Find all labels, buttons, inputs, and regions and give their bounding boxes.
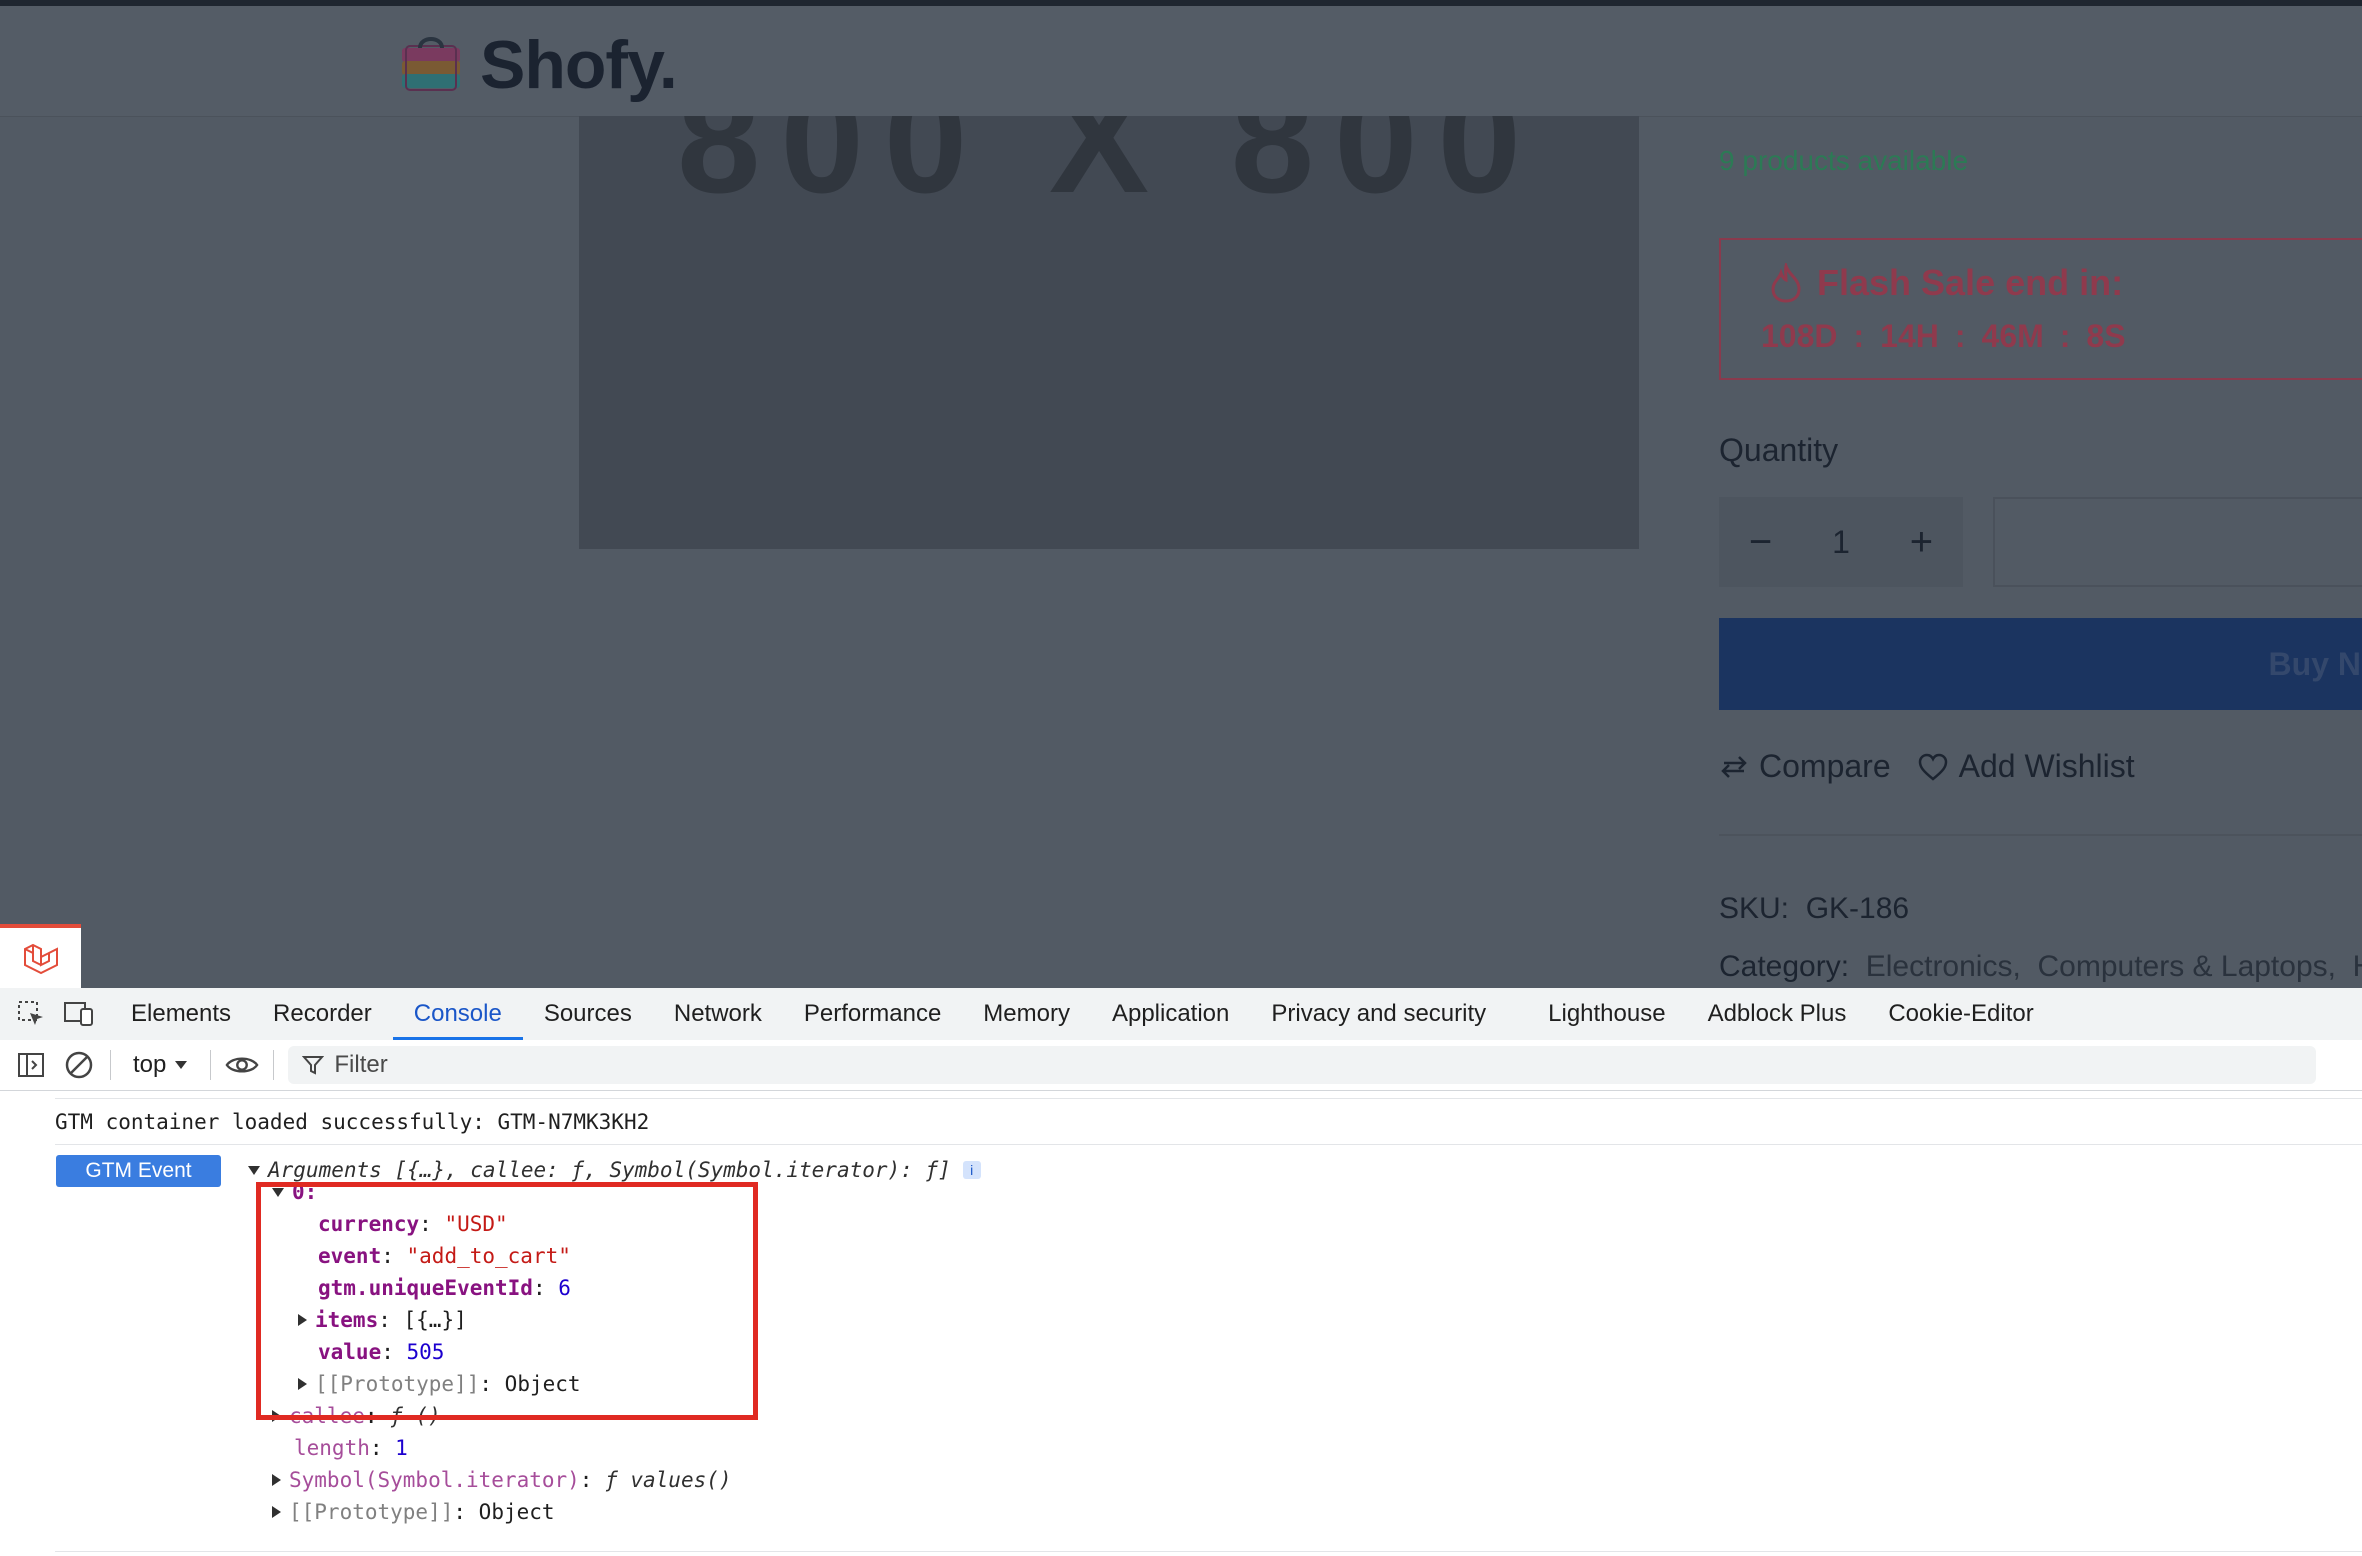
divider	[1719, 834, 2362, 836]
tab-performance[interactable]: Performance	[783, 988, 962, 1040]
log-separator	[55, 1144, 2362, 1145]
sku-label: SKU:	[1719, 892, 1790, 925]
filter-icon	[302, 1056, 325, 1075]
laravel-icon	[23, 943, 58, 975]
logo-text: Shofy.	[480, 27, 678, 103]
annotation-highlight-box	[256, 1182, 758, 1420]
property-key: [[Prototype]]	[289, 1500, 454, 1524]
devtools-tab-bar: Elements Recorder Console Sources Networ…	[0, 988, 2362, 1041]
arguments-header: Arguments [{…}, callee: ƒ, Symbol(Symbol…	[268, 1158, 951, 1182]
add-wishlist-button[interactable]: Add Wishlist	[1917, 748, 2135, 785]
category-link[interactable]: H	[2353, 950, 2362, 983]
context-selector[interactable]: top	[125, 1051, 196, 1079]
quantity-label: Quantity	[1719, 432, 1839, 468]
console-filter-input[interactable]: Filter	[288, 1046, 2317, 1084]
sku-row: SKU: GK-186	[1719, 892, 1909, 926]
property-prototype[interactable]: [[Prototype]]: Object	[272, 1500, 555, 1524]
filter-placeholder: Filter	[334, 1051, 388, 1078]
flash-sale-box: Flash Sale end in: 108D : 14H : 46M : 8S	[1719, 238, 2362, 380]
device-toolbar-icon[interactable]	[62, 997, 96, 1031]
flash-sale-title-text: Flash Sale end in:	[1817, 262, 2124, 303]
property-value: Object	[478, 1500, 555, 1524]
toolbar-divider	[273, 1050, 275, 1080]
tab-console[interactable]: Console	[392, 988, 523, 1040]
property-value: ƒ values()	[605, 1468, 732, 1492]
property-key: Symbol(Symbol.iterator)	[289, 1468, 580, 1492]
expand-arrow-icon[interactable]	[272, 1474, 281, 1486]
property-symbol-iterator[interactable]: Symbol(Symbol.iterator): ƒ values()	[272, 1468, 732, 1492]
tab-memory[interactable]: Memory	[962, 988, 1091, 1040]
toolbar-divider	[110, 1050, 111, 1080]
log-separator	[55, 1098, 2362, 1099]
category-link[interactable]: Computers & Laptops,	[2037, 950, 2336, 983]
chevron-down-icon	[175, 1061, 188, 1069]
countdown-days: 108D	[1761, 318, 1838, 354]
context-value: top	[133, 1051, 167, 1078]
site-header: Shofy.	[0, 6, 2362, 117]
countdown-separator: :	[2059, 318, 2071, 354]
compare-icon	[1721, 755, 1747, 778]
expand-arrow-icon[interactable]	[248, 1165, 260, 1175]
category-row: Category: Electronics, Computers & Lapto…	[1719, 950, 2362, 984]
tab-cookie-editor[interactable]: Cookie-Editor	[1867, 988, 2054, 1040]
quantity-increase-button[interactable]: +	[1910, 520, 1933, 565]
product-actions: Compare Add Wishlist	[1719, 748, 2135, 785]
tab-sources[interactable]: Sources	[523, 988, 653, 1040]
stock-availability: 9 products available	[1719, 145, 1969, 176]
inspect-element-icon[interactable]	[14, 997, 48, 1031]
tab-adblock-plus[interactable]: Adblock Plus	[1687, 988, 1868, 1040]
expand-arrow-icon[interactable]	[272, 1506, 281, 1518]
countdown-separator: :	[1853, 318, 1865, 354]
clear-console-icon[interactable]	[62, 1048, 96, 1082]
toolbar-divider	[210, 1050, 212, 1080]
wishlist-label: Add Wishlist	[1958, 748, 2135, 784]
site-logo[interactable]: Shofy.	[396, 26, 678, 104]
debugbar-toggle[interactable]	[0, 924, 81, 990]
buy-now-button[interactable]: Buy N	[1719, 618, 2362, 710]
countdown-seconds: 8S	[2086, 318, 2126, 354]
tab-elements[interactable]: Elements	[110, 988, 252, 1040]
live-expression-eye-icon[interactable]	[225, 1048, 259, 1082]
image-placeholder-text: 800 X 800	[677, 116, 1541, 224]
console-log-message[interactable]: GTM container loaded successfully: GTM-N…	[55, 1110, 649, 1134]
info-icon[interactable]: i	[962, 1161, 981, 1179]
tab-lighthouse[interactable]: Lighthouse	[1527, 988, 1686, 1040]
property-value: 1	[395, 1436, 408, 1460]
category-label: Category:	[1719, 950, 1850, 983]
add-to-cart-button[interactable]	[1993, 497, 2362, 587]
property-length[interactable]: length: 1	[294, 1436, 408, 1460]
countdown-separator: :	[1954, 318, 1966, 354]
compare-button[interactable]: Compare	[1719, 748, 1891, 785]
flash-sale-title: Flash Sale end in:	[1769, 262, 2123, 304]
console-toolbar: top Filter	[0, 1040, 2362, 1091]
countdown-hours: 14H	[1880, 318, 1939, 354]
heart-icon	[1918, 753, 1947, 781]
category-link[interactable]: Electronics,	[1866, 950, 2021, 983]
log-separator	[55, 1551, 2362, 1552]
gtm-event-badge[interactable]: GTM Event	[56, 1155, 221, 1187]
product-image[interactable]: 800 X 800	[579, 116, 1639, 549]
quantity-value[interactable]: 1	[1832, 524, 1850, 561]
sku-value: GK-186	[1805, 892, 1910, 925]
shopping-bag-logo-icon	[402, 37, 460, 91]
flash-sale-countdown: 108D : 14H : 46M : 8S	[1761, 318, 2126, 355]
quantity-stepper: − 1 +	[1719, 497, 1963, 587]
tab-recorder[interactable]: Recorder	[252, 988, 393, 1040]
tab-network[interactable]: Network	[653, 988, 783, 1040]
tab-application[interactable]: Application	[1091, 988, 1250, 1040]
property-key: length	[294, 1436, 370, 1460]
quantity-decrease-button[interactable]: −	[1749, 520, 1772, 565]
arguments-row[interactable]: Arguments [{…}, callee: ƒ, Symbol(Symbol…	[248, 1158, 981, 1182]
flame-icon	[1771, 263, 1801, 303]
countdown-minutes: 46M	[1981, 318, 2044, 354]
tab-privacy-and-security[interactable]: Privacy and security	[1250, 988, 1507, 1040]
compare-label: Compare	[1759, 748, 1891, 784]
sidebar-toggle-icon[interactable]	[14, 1048, 48, 1082]
